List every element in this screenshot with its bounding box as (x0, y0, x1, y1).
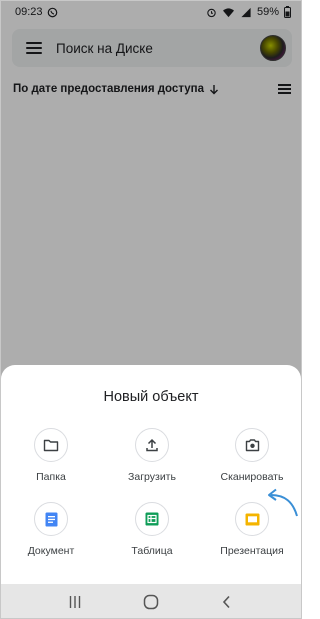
new-item-sheet: Новый объект Папка Загрузить Сканировать… (1, 365, 301, 584)
recent-apps-button[interactable] (63, 590, 87, 614)
folder-label: Папка (36, 471, 66, 483)
status-bar: 09:23 59% (1, 1, 301, 23)
scan-action[interactable]: Сканировать (202, 428, 301, 483)
upload-button[interactable] (135, 428, 169, 462)
system-nav-bar (1, 584, 301, 618)
home-button[interactable] (139, 590, 163, 614)
back-button[interactable] (215, 590, 239, 614)
sort-row: По дате предоставления доступа (13, 79, 291, 99)
document-button[interactable] (34, 502, 68, 536)
arrow-down-icon (209, 84, 218, 94)
camera-icon (245, 439, 259, 452)
docs-icon (45, 512, 57, 526)
home-icon (143, 594, 159, 610)
folder-icon (43, 439, 59, 452)
document-action[interactable]: Документ (1, 502, 101, 557)
sheet-title: Новый объект (103, 389, 199, 405)
list-view-icon[interactable] (278, 84, 291, 94)
spreadsheet-action[interactable]: Таблица (102, 502, 202, 557)
alarm-icon (206, 7, 217, 18)
spreadsheet-button[interactable] (135, 502, 169, 536)
search-placeholder[interactable]: Поиск на Диске (56, 41, 260, 56)
upload-action[interactable]: Загрузить (102, 428, 202, 483)
presentation-label: Презентация (220, 545, 284, 557)
signal-icon (240, 7, 252, 18)
status-left: 09:23 (15, 6, 58, 18)
recent-apps-icon (69, 596, 81, 608)
battery-icon (284, 6, 291, 18)
scan-button[interactable] (235, 428, 269, 462)
sheets-icon (145, 512, 159, 526)
phone-screen: 09:23 59% Поиск на Диске По дате предост… (0, 0, 302, 619)
status-time: 09:23 (15, 6, 43, 18)
back-icon (222, 595, 230, 609)
sort-label: По дате предоставления доступа (13, 83, 204, 95)
wifi-icon (222, 7, 235, 18)
menu-icon[interactable] (26, 42, 42, 54)
folder-button[interactable] (34, 428, 68, 462)
document-label: Документ (27, 545, 75, 557)
status-right: 59% (206, 6, 291, 18)
battery-percent: 59% (256, 6, 279, 18)
annotation-arrow-icon (268, 488, 298, 517)
upload-label: Загрузить (128, 471, 176, 483)
folder-action[interactable]: Папка (1, 428, 101, 483)
upload-icon (146, 438, 158, 452)
sort-button[interactable]: По дате предоставления доступа (13, 83, 219, 95)
spreadsheet-label: Таблица (131, 545, 173, 557)
search-bar[interactable]: Поиск на Диске (12, 29, 292, 67)
scan-label: Сканировать (220, 471, 284, 483)
avatar[interactable] (260, 35, 286, 61)
viber-icon (47, 7, 58, 18)
